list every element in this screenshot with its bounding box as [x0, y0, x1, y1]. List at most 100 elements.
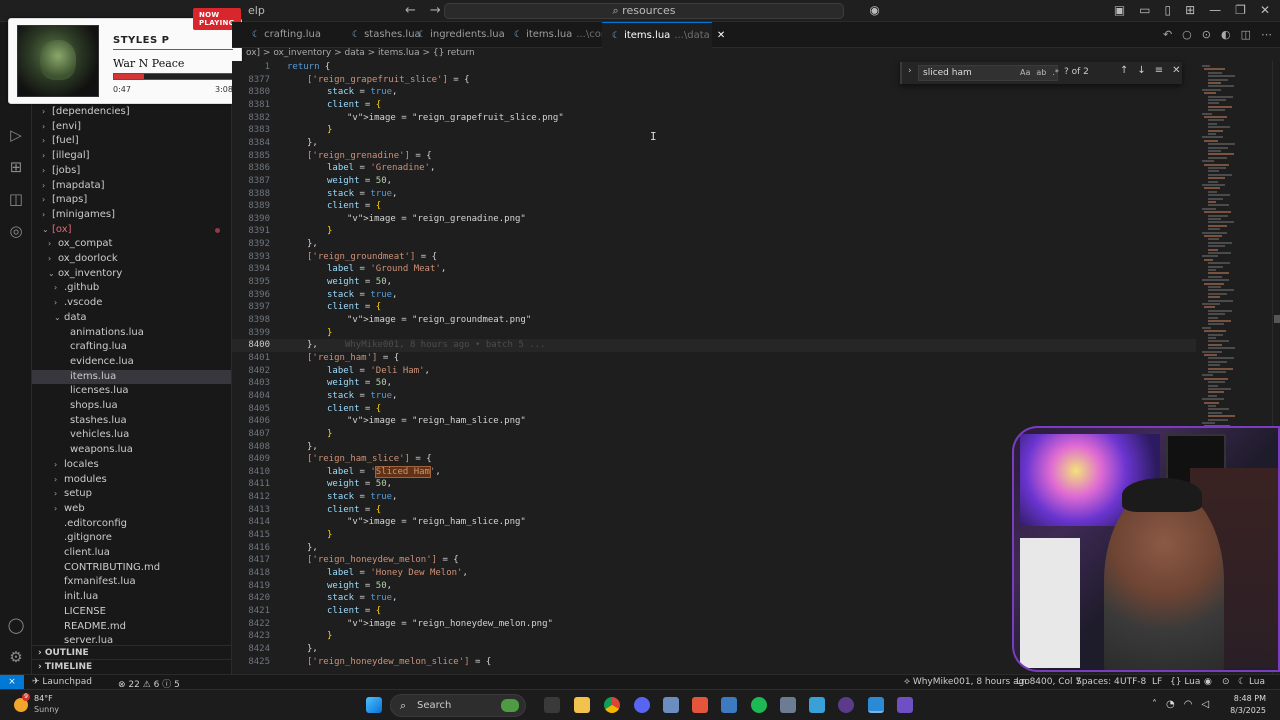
code-line[interactable]: 8394 label = 'Ground Meat', [232, 263, 1200, 276]
account-icon[interactable]: ◯ [7, 616, 25, 634]
chevron-up-icon[interactable]: ˄ [1152, 699, 1157, 710]
toggle-sidebar-icon[interactable]: ▯ [1165, 3, 1172, 17]
explorer-item[interactable]: › [maps] [32, 193, 231, 208]
outline-section[interactable]: › OUTLINE [32, 645, 231, 659]
code-line[interactable]: 8396 stack = true, [232, 289, 1200, 302]
explorer-item[interactable]: .editorconfig [32, 517, 231, 532]
scrollbar-thumb[interactable] [1274, 315, 1280, 323]
encoding[interactable]: UTF-8 [1120, 677, 1146, 687]
explorer-item[interactable]: › [minigames] [32, 208, 231, 223]
match-case-icon[interactable]: Aa [1020, 68, 1030, 77]
live-share-icon[interactable]: ⊙ [1202, 28, 1211, 41]
explorer-item[interactable]: › .vscode [32, 296, 231, 311]
language-braces[interactable]: {} Lua [1170, 677, 1200, 687]
file-explorer-icon[interactable] [574, 697, 590, 713]
code-line[interactable]: 8381 client = { [232, 99, 1200, 112]
explorer-item[interactable]: LICENSE [32, 605, 231, 620]
app-tray-icon[interactable]: ◔ [1166, 699, 1175, 710]
explorer-item[interactable]: › .github [32, 281, 231, 296]
git-compare-icon[interactable]: ◐ [1221, 28, 1231, 41]
eol[interactable]: LF [1152, 677, 1162, 687]
code-line[interactable]: 8401 ['reign_ham'] = { [232, 352, 1200, 365]
extensions-icon[interactable]: ⊞ [7, 158, 25, 176]
vscode-icon[interactable] [868, 697, 884, 713]
code-line[interactable]: 8392}, [232, 238, 1200, 251]
launchpad-item[interactable]: ✈ Launchpad [32, 677, 92, 687]
explorer-item[interactable]: › web [32, 502, 231, 517]
clock[interactable]: 8:48 PM 8/3/2025 [1230, 693, 1266, 717]
editor-tab[interactable]: ☾ items.lua ...\config [504, 22, 620, 48]
remote-indicator-icon[interactable]: ⨯ [0, 675, 24, 690]
code-line[interactable]: 8404 stack = true, [232, 390, 1200, 403]
indentation[interactable]: Spaces: 4 [1076, 677, 1120, 687]
code-line[interactable]: 8389 client = { [232, 200, 1200, 213]
volume-icon[interactable]: ◁ [1201, 699, 1209, 710]
editor-tab[interactable]: ☾ crafting.lua [242, 22, 342, 48]
explorer-item[interactable]: › setup [32, 487, 231, 502]
explorer-item[interactable]: › locales [32, 458, 231, 473]
wifi-icon[interactable]: ◠ [1184, 699, 1193, 710]
discord-icon[interactable] [634, 697, 650, 713]
explorer-item[interactable]: weapons.lua [32, 443, 231, 458]
close-tab-icon[interactable]: ✕ [714, 30, 725, 41]
explorer-item[interactable]: ⌄ ox_inventory [32, 267, 231, 282]
code-line[interactable]: 8400}, WhyMike001, 8 hours ago • batch 5… [232, 339, 1200, 352]
next-match-icon[interactable]: ↓ [1137, 65, 1145, 76]
find-in-selection-icon[interactable]: ≡ [1155, 65, 1163, 76]
explorer-item[interactable]: › [envi] [32, 120, 231, 135]
code-line[interactable]: 8380 stack = true, [232, 86, 1200, 99]
chrome-icon[interactable] [604, 697, 620, 713]
circle-icon[interactable]: ○ [1182, 28, 1192, 41]
code-line[interactable]: 8387 weight = 50, [232, 175, 1200, 188]
run-debug-icon[interactable]: ▷ [7, 126, 25, 144]
code-line[interactable]: 8398 "v">image = "reign_groundmeat.png" [232, 314, 1200, 327]
explorer-item[interactable]: › [dependencies] [32, 105, 231, 120]
explorer-item[interactable]: fxmanifest.lua [32, 575, 231, 590]
copilot-status-icon[interactable]: ◉ [1204, 677, 1212, 687]
explorer-item[interactable]: animations.lua [32, 326, 231, 341]
restore-icon[interactable]: ❐ [1235, 3, 1246, 17]
editor-tab[interactable]: ☾ items.lua ...\data ✕ [602, 22, 725, 48]
previous-match-icon[interactable]: ↑ [1120, 65, 1128, 76]
snipping-tool-icon[interactable] [663, 697, 679, 713]
notepad-icon[interactable] [809, 697, 825, 713]
settings-app-icon[interactable] [780, 697, 796, 713]
code-line[interactable]: 8403 weight = 50, [232, 377, 1200, 390]
close-icon[interactable]: ✕ [1260, 3, 1270, 17]
code-line[interactable]: 8393 ['reign_groundmeat'] = { [232, 251, 1200, 264]
code-line[interactable]: 8390 "v">image = "reign_grenadine.png" [232, 213, 1200, 226]
calendar-app-icon[interactable] [692, 697, 708, 713]
code-line[interactable]: 8397 client = { [232, 301, 1200, 314]
windows-start-icon[interactable] [366, 697, 382, 713]
explorer-item[interactable]: init.lua [32, 590, 231, 605]
docker-icon[interactable]: ◎ [7, 222, 25, 240]
explorer-item[interactable]: › [fuel] [32, 134, 231, 149]
copilot-icon[interactable]: ◉ [869, 3, 879, 17]
more-actions-icon[interactable]: ⋯ [1261, 28, 1272, 41]
explorer-item[interactable]: › [mapdata] [32, 179, 231, 194]
manage-gear-icon[interactable]: ⚙ [7, 648, 25, 666]
close-find-icon[interactable]: ✕ [1172, 65, 1180, 76]
explorer-item[interactable]: ⌄ [ox] [32, 223, 231, 238]
cursor-position[interactable]: Ln 8400, Col 7 [1016, 677, 1081, 687]
code-line[interactable]: 8382 "v">image = "reign_grapefruit_slice.… [232, 112, 1200, 125]
code-line[interactable]: 8385 ['reign_grenadine'] = { [232, 150, 1200, 163]
explorer-item[interactable]: .gitignore [32, 531, 231, 546]
timeline-section[interactable]: › TIMELINE [32, 659, 231, 673]
split-editor-icon[interactable]: ◫ [1241, 28, 1251, 41]
explorer-item[interactable]: items.lua [32, 369, 231, 385]
taskbar-search[interactable]: ⌕ Search [390, 694, 526, 717]
git-blame-item[interactable]: ⟡ WhyMike001, 8 hours ago [904, 677, 1030, 687]
explorer-item[interactable]: evidence.lua [32, 355, 231, 370]
explorer-item[interactable]: client.lua [32, 546, 231, 561]
minimize-icon[interactable]: — [1209, 3, 1221, 17]
ports-icon[interactable]: ⊙ [1222, 677, 1230, 687]
code-line[interactable]: 8391} [232, 225, 1200, 238]
explorer-item[interactable]: shops.lua [32, 399, 231, 414]
code-line[interactable]: 8383} [232, 124, 1200, 137]
layout-icon[interactable]: ▣ [1114, 3, 1125, 17]
whole-word-icon[interactable]: ab [1036, 68, 1046, 77]
code-line[interactable]: 8402 label = 'Deli Ham', [232, 365, 1200, 378]
breadcrumb[interactable]: ox] > ox_inventory > data > items.lua > … [246, 48, 475, 61]
visual-studio-icon[interactable] [897, 697, 913, 713]
